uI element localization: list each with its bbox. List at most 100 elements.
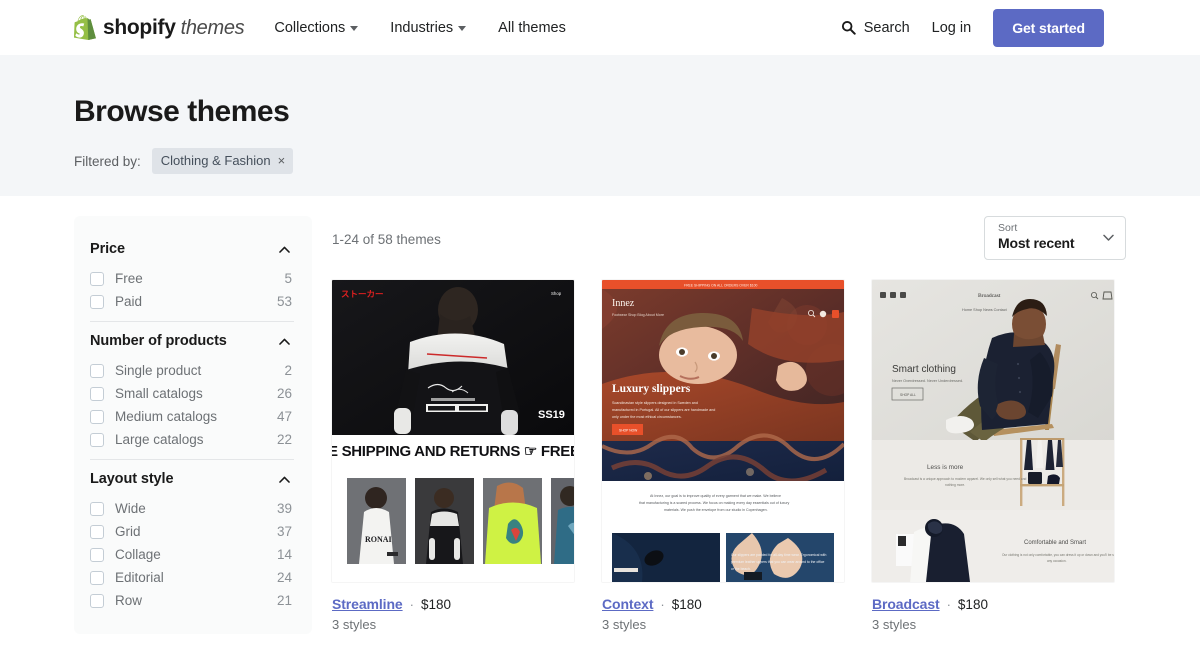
theme-styles-count: 3 styles — [872, 617, 917, 632]
checkbox-editorial[interactable] — [90, 570, 104, 585]
checkbox-medium-catalogs[interactable] — [90, 409, 104, 424]
close-icon[interactable]: × — [278, 154, 286, 167]
search-label: Search — [863, 19, 910, 36]
separator-dot: · — [409, 597, 414, 612]
facet-option-editorial[interactable]: Editorial 24 — [90, 566, 294, 589]
svg-text:premium leather uppers that yo: premium leather uppers that you can wear… — [731, 560, 825, 564]
theme-styles-count: 3 styles — [332, 617, 377, 632]
facet-layout-style-header[interactable]: Layout style — [90, 469, 294, 497]
preview-section2-title: Comfortable and Smart — [1024, 540, 1086, 546]
checkbox-free[interactable] — [90, 271, 104, 286]
checkbox-wide[interactable] — [90, 501, 104, 516]
chevron-down-icon — [1103, 234, 1114, 241]
theme-card-broadcast: Broadcast Home Shop News Contact Smart c… — [872, 280, 1114, 632]
theme-price: $180 — [957, 597, 988, 612]
theme-name-link[interactable]: Broadcast — [872, 596, 940, 612]
facet-price-title: Price — [90, 241, 125, 257]
svg-text:RONAI: RONAI — [365, 535, 392, 544]
site-logo[interactable]: shopify themes — [74, 15, 245, 40]
theme-preview-broadcast[interactable]: Broadcast Home Shop News Contact Smart c… — [872, 280, 1114, 582]
facet-option-small-catalogs[interactable]: Small catalogs 26 — [90, 382, 294, 405]
nav-item-industries[interactable]: Industries — [390, 19, 467, 36]
chevron-up-icon — [279, 338, 290, 345]
facet-option-single-product[interactable]: Single product 2 — [90, 359, 294, 382]
preview-shop-button: SHOP ALL — [900, 393, 916, 397]
get-started-button[interactable]: Get started — [993, 8, 1104, 47]
results-toolbar: 1-24 of 58 themes Sort Most recent — [332, 216, 1126, 260]
nav-item-collections[interactable]: Collections — [274, 20, 359, 36]
preview-announcement: FREE SHIPPING ON ALL ORDERS OVER $100 — [684, 283, 757, 287]
preview-marquee: E SHIPPING AND RETURNS ☞ FREE SH — [332, 443, 574, 460]
logo-product-text: themes — [180, 16, 245, 39]
nav-item-all-themes[interactable]: All themes — [498, 20, 566, 36]
facet-option-medium-catalogs[interactable]: Medium catalogs 47 — [90, 405, 294, 428]
filter-chip-clothing-fashion[interactable]: Clothing & Fashion × — [151, 148, 294, 174]
facet-option-count: 26 — [276, 386, 292, 401]
checkbox-large-catalogs[interactable] — [90, 432, 104, 447]
facet-layout-style: Layout style Wide 39 Grid 37 Collage 14 — [90, 459, 294, 620]
preview-nav: Home Shop News Contact — [962, 308, 1008, 312]
preview-headline: Smart clothing — [892, 364, 956, 375]
theme-preview-image: ストーカー Shop SS19 E SHIPPING AND RETURNS ☞… — [332, 280, 574, 582]
facet-option-paid[interactable]: Paid 53 — [90, 290, 294, 313]
preview-nav: Footwear Shop Blog About More — [612, 313, 664, 317]
checkbox-paid[interactable] — [90, 294, 104, 309]
theme-preview-streamline[interactable]: ストーカー Shop SS19 E SHIPPING AND RETURNS ☞… — [332, 280, 574, 582]
theme-preview-context[interactable]: FREE SHIPPING ON ALL ORDERS OVER $100 In… — [602, 280, 844, 582]
theme-preview-image: FREE SHIPPING ON ALL ORDERS OVER $100 In… — [602, 280, 844, 582]
results-area: 1-24 of 58 themes Sort Most recent ストーカー… — [332, 216, 1126, 634]
theme-card-meta: Context · $180 3 styles — [602, 582, 844, 632]
facet-option-label: Editorial — [115, 570, 164, 585]
checkbox-collage[interactable] — [90, 547, 104, 562]
search-button[interactable]: Search — [841, 20, 910, 36]
checkbox-grid[interactable] — [90, 524, 104, 539]
facet-price-header[interactable]: Price — [90, 239, 294, 267]
facet-option-grid[interactable]: Grid 37 — [90, 520, 294, 543]
sort-dropdown[interactable]: Sort Most recent — [984, 216, 1126, 260]
facet-option-count: 14 — [276, 547, 292, 562]
theme-name-link[interactable]: Context — [602, 596, 654, 612]
facet-number-of-products: Number of products Single product 2 Smal… — [90, 321, 294, 459]
chevron-down-icon — [458, 26, 467, 31]
svg-text:manufactured in Portugal. All: manufactured in Portugal. All of our sli… — [612, 408, 715, 412]
checkbox-small-catalogs[interactable] — [90, 386, 104, 401]
theme-grid: ストーカー Shop SS19 E SHIPPING AND RETURNS ☞… — [332, 280, 1126, 632]
preview-body: Scandinavian style slippers designed in … — [612, 401, 698, 405]
facet-option-wide[interactable]: Wide 39 — [90, 497, 294, 520]
facet-option-label: Free — [115, 271, 143, 286]
checkbox-single-product[interactable] — [90, 363, 104, 378]
separator-dot: · — [946, 597, 951, 612]
preview-section1-body: Broadcast is a unique approach to modern… — [904, 477, 1027, 481]
facet-option-label: Small catalogs — [115, 386, 203, 401]
facet-option-count: 5 — [284, 271, 292, 286]
facet-option-label: Single product — [115, 363, 202, 378]
checkbox-row[interactable] — [90, 593, 104, 608]
facet-number-of-products-header[interactable]: Number of products — [90, 331, 294, 359]
preview-store-logo: Broadcast — [978, 293, 1001, 299]
svg-text:or the beach.: or the beach. — [731, 567, 751, 571]
active-filters: Filtered by: Clothing & Fashion × — [74, 148, 1126, 174]
facet-option-collage[interactable]: Collage 14 — [90, 543, 294, 566]
logo-brand-text: shopify — [103, 15, 176, 39]
svg-text:any occasion.: any occasion. — [1047, 559, 1067, 563]
results-count: 1-24 of 58 themes — [332, 232, 441, 247]
preview-section-text: At Innez, our goal is to improve quality… — [650, 494, 781, 498]
preview-tile-text: Our slippers are padded for all-day time… — [731, 553, 826, 557]
facet-option-label: Medium catalogs — [115, 409, 218, 424]
theme-card-streamline: ストーカー Shop SS19 E SHIPPING AND RETURNS ☞… — [332, 280, 574, 632]
preview-store-logo: ストーカー — [341, 290, 384, 300]
svg-text:that manufacturing is a scared: that manufacturing is a scared process. … — [639, 501, 790, 505]
filtered-by-label: Filtered by: — [74, 153, 141, 169]
nav-label-all-themes: All themes — [498, 19, 566, 36]
nav-label-industries: Industries — [390, 19, 454, 36]
sort-value: Most recent — [998, 235, 1075, 251]
facet-option-row[interactable]: Row 21 — [90, 589, 294, 612]
search-icon — [841, 20, 856, 35]
login-link[interactable]: Log in — [932, 20, 972, 36]
facet-option-label: Wide — [115, 501, 146, 516]
facet-option-label: Collage — [115, 547, 161, 562]
facet-option-free[interactable]: Free 5 — [90, 267, 294, 290]
theme-styles-count: 3 styles — [602, 617, 647, 632]
facet-option-large-catalogs[interactable]: Large catalogs 22 — [90, 428, 294, 451]
theme-name-link[interactable]: Streamline — [332, 596, 403, 612]
